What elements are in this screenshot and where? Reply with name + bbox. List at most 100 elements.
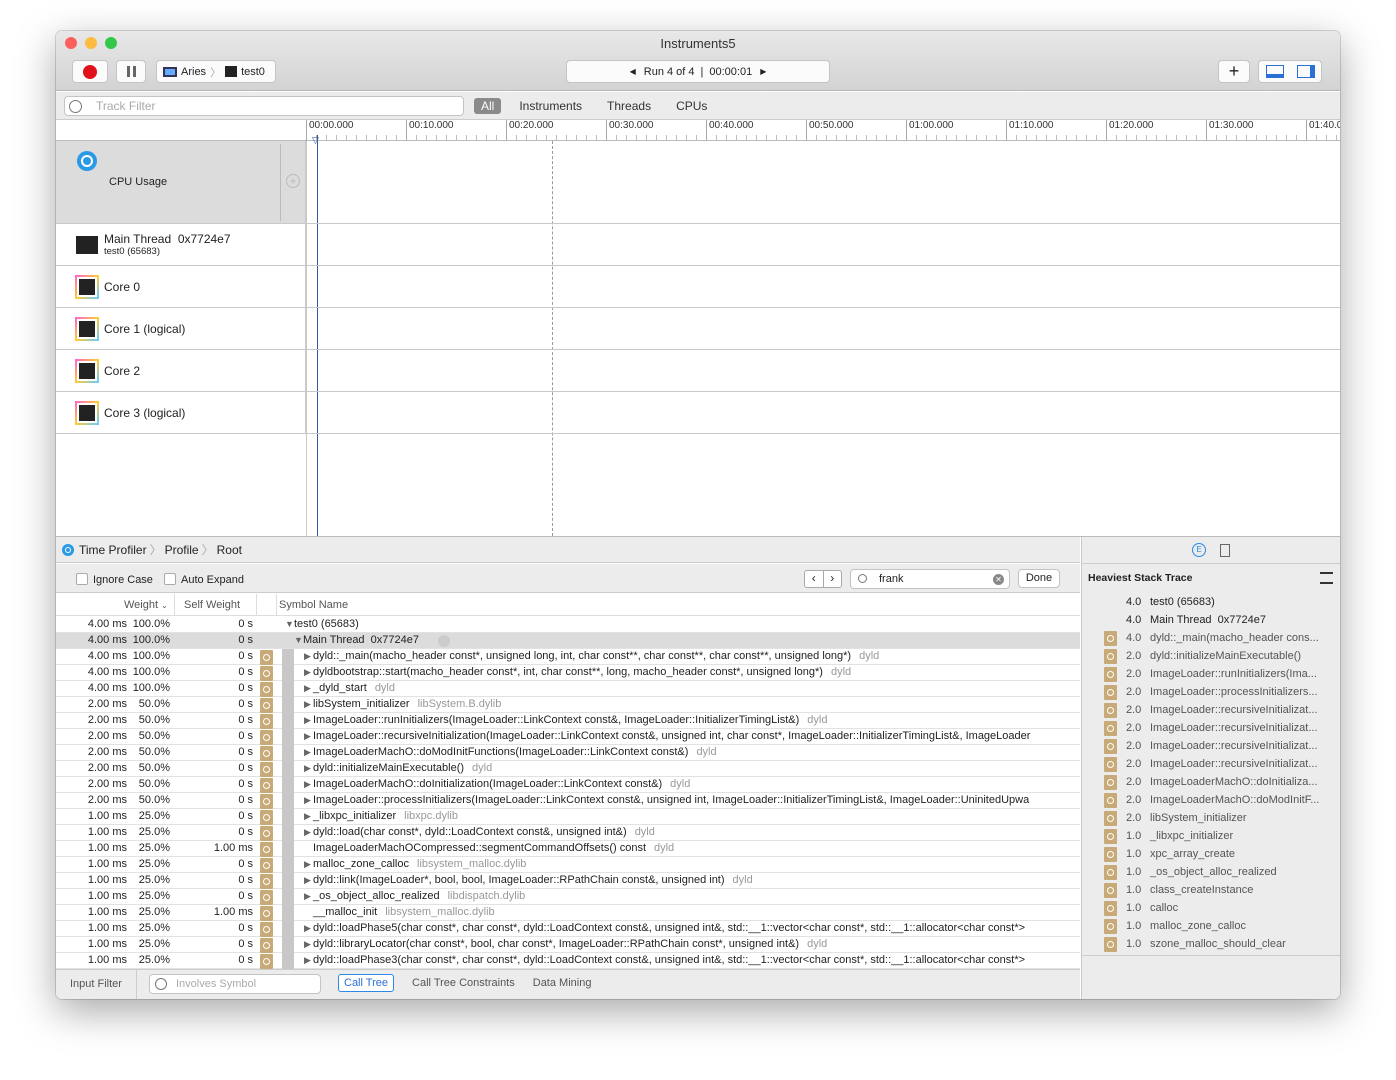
filter-tab-cpus[interactable]: CPUs xyxy=(672,98,711,114)
weight-column-header[interactable]: Weight ⌄ xyxy=(124,599,168,611)
disclosure-triangle-icon[interactable]: ▶ xyxy=(304,795,311,806)
breadcrumb-item[interactable]: Root xyxy=(217,543,242,557)
disclosure-triangle-icon[interactable]: ▼ xyxy=(294,635,303,645)
table-row[interactable]: 1.00 ms 25.0% 1.00 ms __malloc_init libsyste… xyxy=(56,905,1080,921)
stack-frame[interactable]: 1.0 malloc_zone_calloc xyxy=(1082,918,1340,936)
stack-frame[interactable]: 1.0 _libxpc_initializer xyxy=(1082,828,1340,846)
disclosure-triangle-icon[interactable]: ▶ xyxy=(304,763,311,774)
disclosure-triangle-icon[interactable]: ▶ xyxy=(304,939,311,950)
track-core-0[interactable]: Core 0 xyxy=(56,266,1340,308)
disclosure-triangle-icon[interactable]: ▶ xyxy=(304,891,311,902)
disclosure-triangle-icon[interactable]: ▶ xyxy=(304,651,311,662)
table-row[interactable]: 2.00 ms 50.0% 0 s ▶ dyld::initializeMainExec… xyxy=(56,761,1080,777)
tab-call-tree-constraints[interactable]: Call Tree Constraints xyxy=(412,974,515,992)
disclosure-triangle-icon[interactable]: ▶ xyxy=(304,875,311,886)
track-filter-input[interactable]: Track Filter xyxy=(64,96,464,116)
breadcrumb-item[interactable]: Profile xyxy=(165,543,199,557)
track-core-1[interactable]: Core 1 (logical) xyxy=(56,308,1340,350)
run-navigator[interactable]: ◀ Run 4 of 4 | 00:00:01 ▶ xyxy=(566,60,830,83)
table-row[interactable]: 2.00 ms 50.0% 0 s ▶ ImageLoaderMachO::doInit… xyxy=(56,777,1080,793)
table-row[interactable]: 1.00 ms 25.0% 0 s ▶ dyld::link(ImageLoader*,… xyxy=(56,873,1080,889)
tab-data-mining[interactable]: Data Mining xyxy=(533,974,592,992)
right-pane-icon[interactable] xyxy=(1296,65,1315,78)
table-row[interactable]: 1.00 ms 25.0% 0 s ▶ dyld::loadPhase5(char co… xyxy=(56,921,1080,937)
disclosure-triangle-icon[interactable]: ▶ xyxy=(304,667,311,678)
disclosure-triangle-icon[interactable]: ▶ xyxy=(304,731,311,742)
stack-frame[interactable]: 2.0 ImageLoader::recursiveInitializat... xyxy=(1082,738,1340,756)
add-track-icon[interactable]: + xyxy=(286,174,300,188)
disclosure-triangle-icon[interactable]: ▶ xyxy=(304,779,311,790)
symbol-search-input[interactable]: frank ✕ xyxy=(850,569,1010,589)
bottom-pane-icon[interactable] xyxy=(1265,65,1284,78)
table-row[interactable]: 4.00 ms 100.0% 0 s ▼ Main Thread 0x7724e7 xyxy=(56,633,1080,649)
stack-frame[interactable]: 2.0 ImageLoader::processInitializers... xyxy=(1082,684,1340,702)
previous-match-button[interactable]: ‹ xyxy=(805,571,824,587)
table-row[interactable]: 4.00 ms 100.0% 0 s ▶ _dyld_start dyld xyxy=(56,681,1080,697)
table-row[interactable]: 2.00 ms 50.0% 0 s ▶ ImageLoader::runInitiali… xyxy=(56,713,1080,729)
track-core-2[interactable]: Core 2 xyxy=(56,350,1340,392)
focus-arrow-icon[interactable] xyxy=(438,635,450,647)
track-main-thread[interactable]: Main Thread 0x7724e7 test0 (65683) xyxy=(56,224,1340,266)
stack-frame[interactable]: 1.0 calloc xyxy=(1082,900,1340,918)
table-row[interactable]: 4.00 ms 100.0% 0 s ▼ test0 (65683) xyxy=(56,617,1080,633)
input-filter-label[interactable]: Input Filter xyxy=(70,978,122,990)
collapse-icon[interactable] xyxy=(1320,572,1333,584)
disclosure-triangle-icon[interactable]: ▼ xyxy=(285,619,294,629)
disclosure-triangle-icon[interactable]: ▶ xyxy=(304,827,311,838)
stack-frame[interactable]: 4.0 dyld::_main(macho_header cons... xyxy=(1082,630,1340,648)
table-row[interactable]: 1.00 ms 25.0% 0 s ▶ _libxpc_initializer libxp… xyxy=(56,809,1080,825)
target-selector[interactable]: Aries 〉 test0 xyxy=(156,60,276,83)
stack-frame[interactable]: 4.0 test0 (65683) xyxy=(1082,594,1340,612)
disclosure-triangle-icon[interactable]: ▶ xyxy=(304,715,311,726)
table-row[interactable]: 1.00 ms 25.0% 0 s ▶ malloc_zone_calloc libsys… xyxy=(56,857,1080,873)
stack-frame[interactable]: 2.0 dyld::initializeMainExecutable() xyxy=(1082,648,1340,666)
filter-tab-all[interactable]: All xyxy=(474,98,502,114)
table-row[interactable]: 2.00 ms 50.0% 0 s ▶ ImageLoader::recursiveIn… xyxy=(56,729,1080,745)
add-instrument-button[interactable]: + xyxy=(1218,60,1250,83)
table-row[interactable]: 1.00 ms 25.0% 0 s ▶ dyld::loadPhase3(char co… xyxy=(56,953,1080,969)
breadcrumb-item[interactable]: Time Profiler xyxy=(79,543,147,557)
stack-frame[interactable]: 2.0 ImageLoaderMachO::doInitializa... xyxy=(1082,774,1340,792)
filter-tab-threads[interactable]: Threads xyxy=(603,98,655,114)
stack-frame[interactable]: 2.0 libSystem_initializer xyxy=(1082,810,1340,828)
extended-detail-icon[interactable]: E xyxy=(1192,543,1206,557)
stack-frame[interactable]: 2.0 ImageLoader::runInitializers(Ima... xyxy=(1082,666,1340,684)
table-row[interactable]: 1.00 ms 25.0% 0 s ▶ dyld::libraryLocator(cha… xyxy=(56,937,1080,953)
self-weight-column-header[interactable]: Self Weight xyxy=(184,599,240,611)
stack-frame[interactable]: 1.0 szone_malloc_should_clear xyxy=(1082,936,1340,954)
track-core-3[interactable]: Core 3 (logical) xyxy=(56,392,1340,434)
track-cpu-usage[interactable]: CPU Usage + xyxy=(56,141,1340,224)
clear-search-icon[interactable]: ✕ xyxy=(993,574,1004,585)
table-row[interactable]: 4.00 ms 100.0% 0 s ▶ dyldbootstrap::start(ma… xyxy=(56,665,1080,681)
table-row[interactable]: 2.00 ms 50.0% 0 s ▶ ImageLoader::processInit… xyxy=(56,793,1080,809)
record-button[interactable] xyxy=(72,60,108,83)
stack-frame[interactable]: 1.0 xpc_array_create xyxy=(1082,846,1340,864)
table-row[interactable]: 1.00 ms 25.0% 0 s ▶ _os_object_alloc_realize… xyxy=(56,889,1080,905)
table-row[interactable]: 2.00 ms 50.0% 0 s ▶ libSystem_initializer lib… xyxy=(56,697,1080,713)
table-row[interactable]: 1.00 ms 25.0% 1.00 ms ImageLoaderMachOCompr… xyxy=(56,841,1080,857)
stack-frame[interactable]: 1.0 class_createInstance xyxy=(1082,882,1340,900)
done-button[interactable]: Done xyxy=(1018,569,1060,588)
table-row[interactable]: 4.00 ms 100.0% 0 s ▶ dyld::_main(macho_heade… xyxy=(56,649,1080,665)
stack-frame[interactable]: 2.0 ImageLoader::recursiveInitializat... xyxy=(1082,756,1340,774)
next-match-button[interactable]: › xyxy=(824,571,842,587)
stack-frame[interactable]: 2.0 ImageLoader::recursiveInitializat... xyxy=(1082,702,1340,720)
stack-frame[interactable]: 4.0 Main Thread 0x7724e7 xyxy=(1082,612,1340,630)
stack-frame[interactable]: 2.0 ImageLoaderMachO::doModInitF... xyxy=(1082,792,1340,810)
previous-run-icon[interactable]: ◀ xyxy=(630,67,636,76)
table-row[interactable]: 2.00 ms 50.0% 0 s ▶ ImageLoaderMachO::doModI… xyxy=(56,745,1080,761)
stack-frame[interactable]: 1.0 _os_object_alloc_realized xyxy=(1082,864,1340,882)
table-row[interactable]: 1.00 ms 25.0% 0 s ▶ dyld::load(char const*, … xyxy=(56,825,1080,841)
view-toggle[interactable] xyxy=(1258,60,1322,83)
disclosure-triangle-icon[interactable]: ▶ xyxy=(304,859,311,870)
disclosure-triangle-icon[interactable]: ▶ xyxy=(304,683,311,694)
next-run-icon[interactable]: ▶ xyxy=(760,67,766,76)
stack-frame[interactable]: 2.0 ImageLoader::recursiveInitializat... xyxy=(1082,720,1340,738)
document-icon[interactable] xyxy=(1220,543,1230,557)
ignore-case-checkbox[interactable]: Ignore Case xyxy=(76,573,153,586)
symbol-column-header[interactable]: Symbol Name xyxy=(279,599,348,611)
filter-tab-instruments[interactable]: Instruments xyxy=(515,98,586,114)
disclosure-triangle-icon[interactable]: ▶ xyxy=(304,699,311,710)
involves-symbol-input[interactable]: Involves Symbol xyxy=(149,974,321,994)
disclosure-triangle-icon[interactable]: ▶ xyxy=(304,811,311,822)
